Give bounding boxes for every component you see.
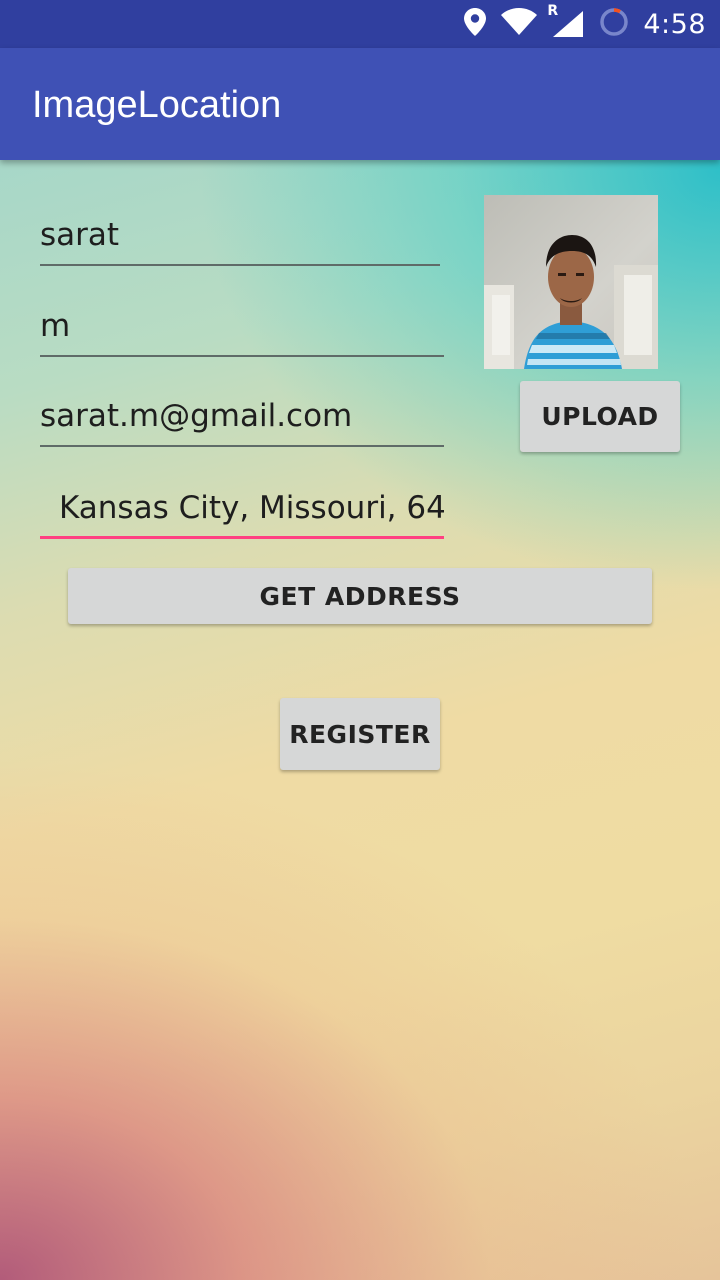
signal-roaming-icon: R [547,3,585,39]
location-icon [463,7,487,41]
address-field[interactable]: Kansas City, Missouri, 64 [40,475,444,539]
last-name-field[interactable]: m [40,293,444,357]
get-address-button[interactable]: GET ADDRESS [68,568,652,624]
profile-photo[interactable] [484,195,658,369]
wifi-icon [501,8,538,40]
email-field[interactable]: sarat.m@gmail.com [40,383,444,447]
status-icons: R 4:58 [463,0,706,48]
profile-photo-image [484,195,658,369]
status-time: 4:58 [643,8,706,40]
upload-button[interactable]: UPLOAD [520,381,680,452]
app-title: ImageLocation [32,84,282,126]
main-content: sarat m sarat.m@gmail.com Kansas City, M… [0,160,720,1280]
register-button[interactable]: REGISTER [280,698,440,770]
first-name-field[interactable]: sarat [40,202,440,266]
status-bar: R 4:58 [0,0,720,48]
app-bar: ImageLocation [0,48,720,160]
battery-charging-icon [599,7,629,41]
